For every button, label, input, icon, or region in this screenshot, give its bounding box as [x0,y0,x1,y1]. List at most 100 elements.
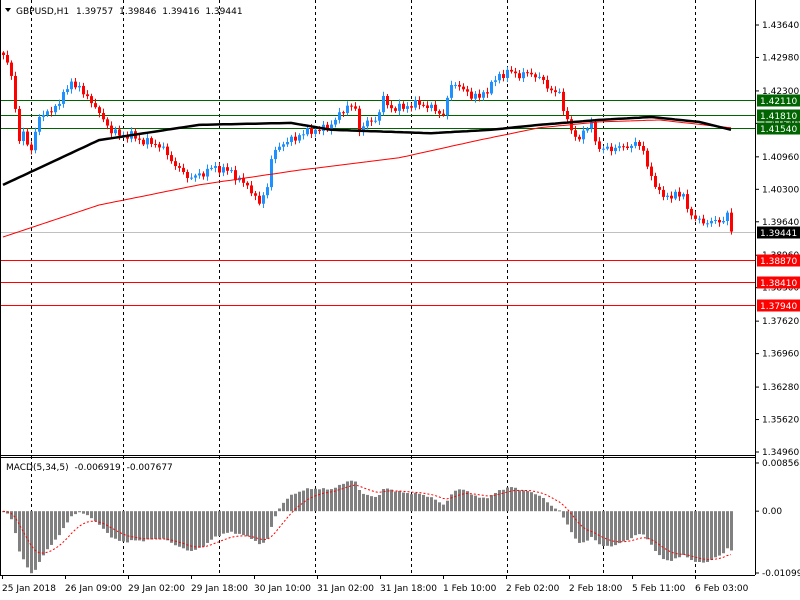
bull-candle [586,128,589,131]
bear-candle [202,173,205,177]
bear-candle [218,166,221,173]
bear-candle [526,72,529,74]
macd-histogram-bar [434,499,437,512]
current-price-label: 1.39441 [760,229,797,239]
bear-candle [138,138,141,140]
time-tick-label: 29 Jan 02:00 [128,584,185,594]
bear-candle [186,171,189,179]
bear-candle [310,127,313,134]
macd-histogram-bar [198,511,201,548]
bull-candle [314,129,317,134]
macd-histogram-bar [566,511,569,525]
macd-histogram-bar [638,511,641,535]
macd-histogram-bar [210,511,213,540]
bull-candle [406,106,409,109]
macd-histogram-bar [690,511,693,561]
level-tag-label: 1.38870 [760,257,797,267]
bull-candle [302,134,305,136]
macd-histogram-bar [86,511,89,516]
macd-histogram-bar [362,493,365,512]
macd-histogram-bar [438,502,441,512]
macd-histogram-bar [314,488,317,512]
macd-histogram-bar [430,497,433,512]
bull-candle [290,136,293,142]
bull-candle [66,89,69,93]
macd-histogram-bar [630,511,633,539]
bear-candle [670,195,673,199]
macd-histogram-bar [586,511,589,541]
macd-histogram-bar [310,489,313,512]
bear-candle [598,141,601,150]
bear-candle [510,69,513,72]
bear-candle [98,107,101,114]
bear-candle [626,146,629,148]
price-tick-label: 1.34960 [762,448,799,458]
bull-candle [454,84,457,86]
macd-histogram-bar [490,495,493,512]
time-tick-label: 25 Jan 2018 [2,584,56,594]
bear-candle [442,113,445,116]
macd-histogram-bar [230,511,233,532]
macd-histogram-bar [346,481,349,512]
bear-candle [642,145,645,151]
time-tick-label: 2 Feb 02:00 [506,584,560,594]
macd-histogram-bar [414,492,417,512]
macd-histogram-bar [542,497,545,512]
bear-candle [82,85,85,95]
bear-candle [6,55,9,63]
bull-candle [714,219,717,221]
bear-candle [178,166,181,168]
macd-histogram-bar [570,511,573,533]
bull-candle [710,220,713,224]
bear-candle [426,105,429,109]
level-tag-label: 1.41810 [760,112,797,122]
macd-histogram-bar [558,510,561,512]
macd-histogram-bar [650,511,653,545]
bear-candle [14,75,17,109]
bull-candle [450,84,453,98]
bull-candle [618,146,621,148]
macd-histogram-bar [46,511,49,550]
bear-candle [246,182,249,186]
macd-histogram-bar [34,511,37,570]
bear-candle [74,81,77,88]
macd-histogram-bar [598,511,601,545]
bull-candle [266,187,269,196]
bull-candle [78,85,81,88]
macd-histogram-bar [622,511,625,542]
time-tick-label: 29 Jan 18:00 [191,584,248,594]
bear-candle [694,215,697,219]
bull-candle [274,149,277,160]
macd-histogram-bar [54,511,57,540]
macd-histogram-bar [22,511,25,560]
time-tick-label: 2 Feb 18:00 [569,584,623,594]
bear-candle [554,90,557,93]
bull-candle [214,166,217,168]
bear-candle [226,167,229,171]
macd-histogram-bar [262,511,265,543]
time-tick-label: 5 Feb 11:00 [632,584,686,594]
macd-histogram-bar [322,488,325,512]
macd-histogram-bar [410,494,413,512]
bear-candle [514,71,517,74]
macd-tick-label: 0.00 [762,507,782,517]
bull-candle [338,112,341,120]
bear-candle [466,89,469,92]
time-tick-label: 30 Jan 10:00 [254,584,311,594]
bear-candle [2,52,5,56]
bear-candle [678,191,681,197]
bear-candle [394,108,397,111]
bear-candle [30,144,33,151]
price-chart[interactable]: 1.436401.429801.423001.416401.409601.403… [0,0,800,600]
macd-label: MACD(5,34,5) [6,463,69,473]
price-tick-label: 1.43640 [762,21,799,31]
bear-candle [610,146,613,152]
bear-candle [534,74,537,78]
macd-histogram-bar [398,490,401,512]
bull-candle [378,112,381,121]
bull-candle [38,116,41,132]
macd-histogram-bar [662,511,665,560]
bull-candle [538,76,541,78]
bear-candle [170,155,173,162]
macd-histogram-bar [470,494,473,512]
